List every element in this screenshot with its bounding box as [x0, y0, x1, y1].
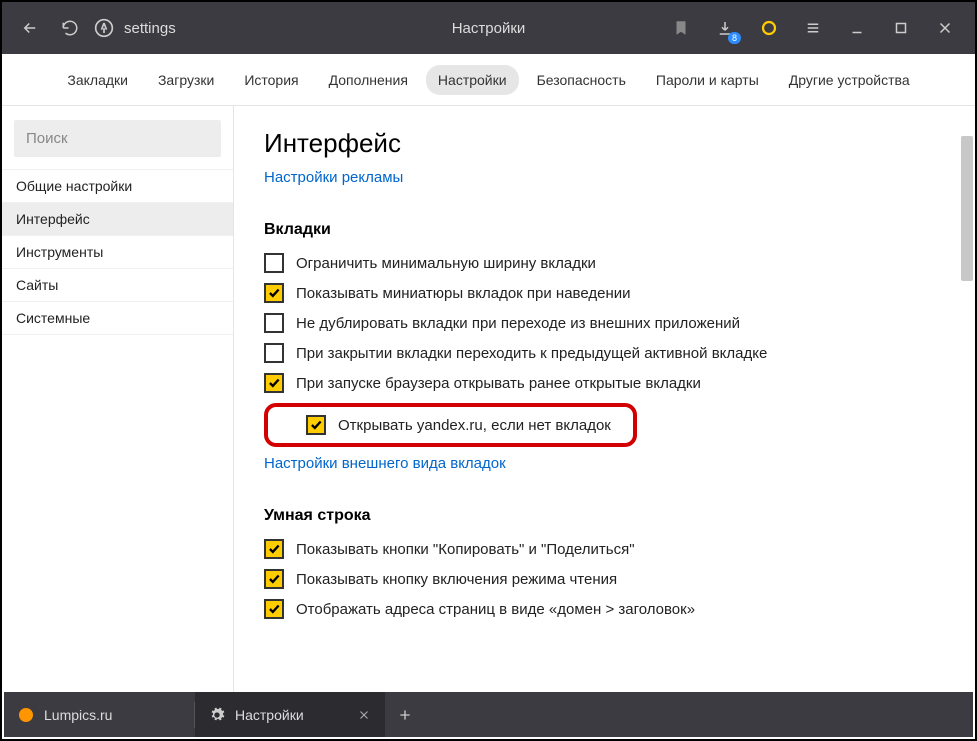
opt-open-yandex: Открывать yandex.ru, если нет вкладок	[306, 415, 611, 435]
opt-restore-tabs: При запуске браузера открывать ранее отк…	[264, 373, 945, 393]
bookmark-icon[interactable]	[659, 2, 703, 54]
topnav-passwords[interactable]: Пароли и карты	[644, 65, 771, 95]
topnav-addons[interactable]: Дополнения	[317, 65, 420, 95]
topnav-history[interactable]: История	[232, 65, 310, 95]
reload-button[interactable]	[50, 2, 90, 54]
checkbox[interactable]	[264, 313, 284, 333]
yandex-icon	[94, 18, 114, 38]
close-icon[interactable]	[357, 708, 371, 722]
opt-close-goto-prev: При закрытии вкладки переходить к предыд…	[264, 343, 945, 363]
opt-copy-share-buttons: Показывать кнопки "Копировать" и "Подели…	[264, 539, 945, 559]
checkbox-label: Показывать кнопки "Копировать" и "Подели…	[296, 541, 635, 558]
smartline-section-title: Умная строка	[264, 507, 945, 525]
menu-icon[interactable]	[791, 2, 835, 54]
checkbox[interactable]	[264, 343, 284, 363]
sidebar-item-interface[interactable]: Интерфейс	[2, 202, 233, 235]
content: Интерфейс Настройки рекламы Вкладки Огра…	[234, 106, 975, 694]
body-area: Общие настройки Интерфейс Инструменты Са…	[2, 106, 975, 694]
lumpics-favicon-icon	[18, 707, 34, 723]
checkbox[interactable]	[264, 283, 284, 303]
checkbox-label: При запуске браузера открывать ранее отк…	[296, 375, 701, 392]
window-minimize[interactable]	[835, 2, 879, 54]
opt-domain-title-address: Отображать адреса страниц в виде «домен …	[264, 599, 945, 619]
tabs-section-title: Вкладки	[264, 221, 945, 239]
checkbox[interactable]	[264, 569, 284, 589]
downloads-badge: 8	[728, 32, 741, 44]
opt-limit-tab-width: Ограничить минимальную ширину вкладки	[264, 253, 945, 273]
window-close[interactable]	[923, 2, 967, 54]
topnav-devices[interactable]: Другие устройства	[777, 65, 922, 95]
checkbox[interactable]	[264, 599, 284, 619]
search-input[interactable]	[14, 120, 221, 157]
checkbox-label: При закрытии вкладки переходить к предыд…	[296, 345, 767, 362]
topnav-security[interactable]: Безопасность	[525, 65, 638, 95]
topnav-settings[interactable]: Настройки	[426, 65, 519, 95]
sidebar-item-tools[interactable]: Инструменты	[2, 235, 233, 268]
sidebar-search	[14, 120, 221, 157]
titlebar: settings Настройки 8	[2, 2, 975, 54]
checkbox-label: Показывать кнопку включения режима чтени…	[296, 571, 617, 588]
new-tab-button[interactable]	[385, 695, 425, 735]
checkbox-label: Показывать миниатюры вкладок при наведен…	[296, 285, 631, 302]
tab-label: Lumpics.ru	[44, 707, 112, 723]
scrollbar-thumb[interactable]	[961, 136, 973, 281]
checkbox[interactable]	[306, 415, 326, 435]
sidebar: Общие настройки Интерфейс Инструменты Са…	[2, 106, 234, 694]
checkbox[interactable]	[264, 373, 284, 393]
back-button[interactable]	[10, 2, 50, 54]
address-bar[interactable]: settings	[94, 18, 176, 38]
checkbox[interactable]	[264, 539, 284, 559]
tab-lumpics[interactable]: Lumpics.ru	[4, 692, 194, 737]
checkbox-label: Ограничить минимальную ширину вкладки	[296, 255, 596, 272]
opt-reader-mode-button: Показывать кнопку включения режима чтени…	[264, 569, 945, 589]
downloads-icon[interactable]: 8	[703, 2, 747, 54]
checkbox-label: Не дублировать вкладки при переходе из в…	[296, 315, 740, 332]
topnav-downloads[interactable]: Загрузки	[146, 65, 226, 95]
topnav-bookmarks[interactable]: Закладки	[55, 65, 140, 95]
opt-show-thumbnails: Показывать миниатюры вкладок при наведен…	[264, 283, 945, 303]
page-title: Настройки	[452, 20, 526, 37]
sidebar-item-general[interactable]: Общие настройки	[2, 169, 233, 202]
sidebar-item-sites[interactable]: Сайты	[2, 268, 233, 301]
checkbox-label: Отображать адреса страниц в виде «домен …	[296, 601, 695, 618]
gear-icon	[209, 707, 225, 723]
checkbox[interactable]	[264, 253, 284, 273]
settings-topnav: Закладки Загрузки История Дополнения Нас…	[2, 54, 975, 106]
content-heading: Интерфейс	[264, 128, 945, 159]
opt-no-duplicate-tabs: Не дублировать вкладки при переходе из в…	[264, 313, 945, 333]
ads-settings-link[interactable]: Настройки рекламы	[264, 169, 403, 186]
address-text: settings	[124, 20, 176, 37]
tabbar: Lumpics.ru Настройки	[4, 692, 973, 737]
extension-icon[interactable]	[747, 2, 791, 54]
window-maximize[interactable]	[879, 2, 923, 54]
highlighted-option: Открывать yandex.ru, если нет вкладок	[264, 403, 637, 447]
sidebar-item-system[interactable]: Системные	[2, 301, 233, 335]
tabs-appearance-link[interactable]: Настройки внешнего вида вкладок	[264, 455, 506, 472]
tab-label: Настройки	[235, 707, 304, 723]
checkbox-label: Открывать yandex.ru, если нет вкладок	[338, 417, 611, 434]
tab-settings[interactable]: Настройки	[195, 692, 385, 737]
